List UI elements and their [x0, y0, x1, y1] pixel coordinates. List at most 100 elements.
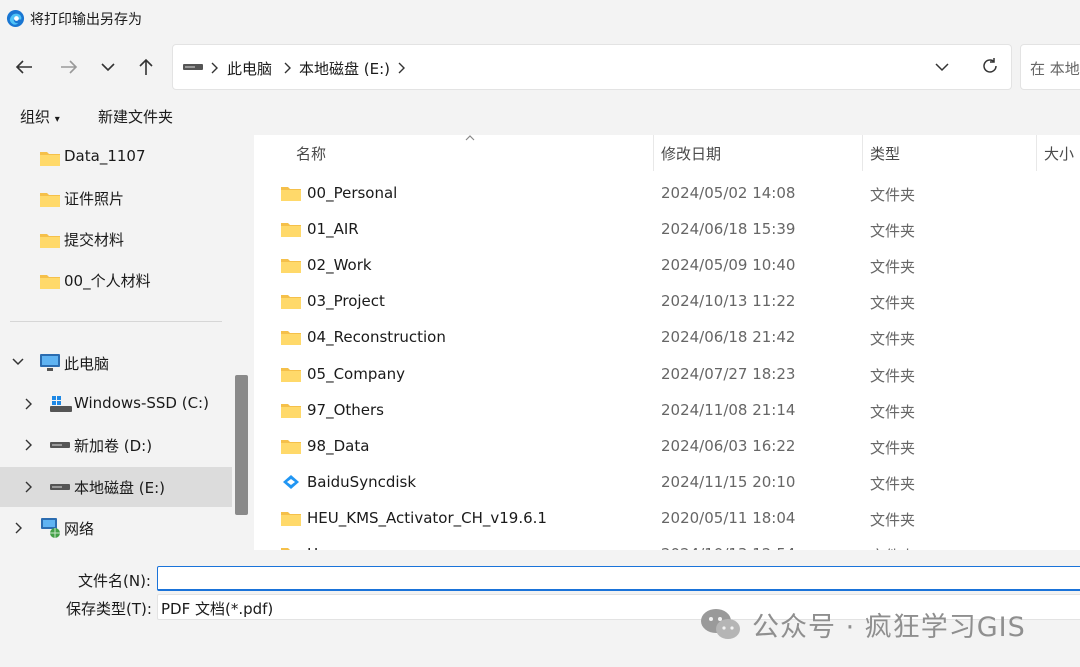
sidebar-item-personal-materials[interactable]: 00_个人材料	[0, 261, 232, 299]
sidebar-item-submitted-materials[interactable]: 提交材料	[0, 220, 232, 258]
breadcrumb-separator-icon	[283, 62, 291, 74]
folder-icon	[281, 329, 301, 346]
arrow-up-icon	[139, 58, 153, 75]
network-icon	[41, 518, 60, 538]
wechat-icon	[701, 609, 740, 639]
column-divider[interactable]	[862, 135, 863, 171]
up-button[interactable]	[131, 52, 161, 82]
watermark: 公众号 · 疯狂学习GIS	[700, 604, 1026, 644]
chevron-down-icon	[935, 63, 949, 72]
column-header-date[interactable]: 修改日期	[661, 143, 721, 164]
file-row[interactable]: HEU_KMS_Activator_CH_v19.6.1 2020/05/11 1…	[254, 500, 1080, 536]
sidebar-item-drive-c[interactable]: Windows-SSD (C:)	[0, 385, 232, 423]
address-history-dropdown[interactable]	[935, 62, 949, 72]
organize-menu-button[interactable]: 组织 ▾	[20, 106, 60, 127]
new-folder-button[interactable]: 新建文件夹	[98, 106, 173, 127]
sidebar-item-label: 证件照片	[64, 190, 125, 208]
sidebar-item-label: 00_个人材料	[64, 272, 151, 290]
file-name: 04_Reconstruction	[307, 328, 446, 347]
forward-button[interactable]	[54, 52, 84, 82]
search-input[interactable]: 在 本地	[1020, 44, 1080, 90]
file-row[interactable]: 03_Project 2024/10/13 11:22 文件夹	[254, 283, 1080, 319]
breadcrumb-separator-icon	[210, 62, 218, 74]
navigation-pane: Data_1107 证件照片 提交材料 00_个人材料 此电脑 Windows-…	[0, 135, 232, 550]
sidebar-item-label: 网络	[64, 520, 95, 538]
recent-locations-button[interactable]	[93, 52, 123, 82]
file-modified-date: 2020/05/11 18:04	[661, 508, 796, 527]
file-row[interactable]: H...2024/10/13 12:54文件夹	[254, 536, 1080, 550]
folder-icon	[281, 293, 301, 310]
file-row[interactable]: 05_Company 2024/07/27 18:23 文件夹	[254, 356, 1080, 392]
file-name: BaiduSyncdisk	[307, 472, 417, 491]
file-name: 00_Personal	[307, 184, 398, 202]
sidebar-item-label: 新加卷 (D:)	[74, 437, 153, 455]
windows-drive-icon	[50, 396, 72, 412]
file-row[interactable]: 01_AIR 2024/06/18 15:39 文件夹	[254, 211, 1080, 247]
back-button[interactable]	[9, 52, 39, 82]
sort-ascending-icon	[465, 135, 475, 141]
chevron-right-icon	[25, 481, 32, 493]
file-row[interactable]: 98_Data 2024/06/03 16:22 文件夹	[254, 428, 1080, 464]
sidebar-item-this-pc[interactable]: 此电脑	[0, 344, 232, 382]
file-type: 文件夹	[870, 366, 916, 385]
address-bar[interactable]: 此电脑 本地磁盘 (E:)	[172, 44, 1012, 90]
file-name: 98_Data	[307, 436, 370, 455]
file-row[interactable]: 04_Reconstruction 2024/06/18 21:42 文件夹	[254, 319, 1080, 355]
folder-icon	[40, 152, 60, 166]
file-type: 文件夹	[870, 330, 916, 349]
sidebar-item-label: 本地磁盘 (E:)	[74, 479, 166, 497]
file-modified-date: 2024/11/08 21:14	[661, 400, 796, 419]
baidu-sync-icon	[281, 474, 301, 490]
filename-input[interactable]	[157, 566, 1080, 591]
chevron-down-icon	[101, 63, 115, 72]
file-name: 05_Company	[307, 364, 405, 383]
file-row[interactable]: BaiduSyncdisk 2024/11/15 20:10 文件夹	[254, 464, 1080, 500]
refresh-icon	[983, 58, 997, 73]
dropdown-caret-icon: ▾	[54, 114, 60, 125]
column-divider[interactable]	[1036, 135, 1037, 171]
file-modified-date: 2024/06/18 15:39	[661, 220, 796, 239]
folder-icon	[281, 185, 301, 201]
watermark-text: 公众号 · 疯狂学习GIS	[752, 611, 1026, 643]
sidebar-item-drive-e[interactable]: 本地磁盘 (E:)	[0, 467, 232, 507]
filetype-label: 保存类型(T):	[66, 600, 152, 618]
scrollbar-thumb[interactable]	[235, 375, 248, 515]
file-row[interactable]: 97_Others 2024/11/08 21:14 文件夹	[254, 392, 1080, 428]
chevron-right-icon	[25, 398, 32, 410]
file-modified-date: 2024/05/02 14:08	[661, 184, 796, 202]
drive-icon	[183, 63, 203, 71]
breadcrumb-local-disk-e[interactable]: 本地磁盘 (E:)	[299, 58, 390, 79]
edge-app-icon	[6, 9, 25, 28]
folder-icon	[281, 510, 301, 526]
folder-icon	[40, 234, 60, 248]
file-name: HEU_KMS_Activator_CH_v19.6.1	[307, 508, 547, 527]
folder-icon	[281, 221, 301, 238]
file-modified-date: 2024/11/15 20:10	[661, 472, 796, 491]
arrow-left-icon	[15, 60, 32, 74]
file-name: 03_Project	[307, 292, 385, 311]
sidebar-item-id-photos[interactable]: 证件照片	[0, 179, 232, 217]
sidebar-item-network[interactable]: 网络	[0, 509, 232, 547]
file-modified-date: 2024/06/03 16:22	[661, 436, 796, 455]
file-name: 01_AIR	[307, 220, 359, 239]
file-modified-date: 2024/05/09 10:40	[661, 256, 796, 275]
folder-icon	[281, 402, 301, 418]
breadcrumb-this-pc[interactable]: 此电脑	[227, 58, 272, 79]
sidebar-item-drive-d[interactable]: 新加卷 (D:)	[0, 426, 232, 464]
file-name: 97_Others	[307, 400, 384, 419]
column-header-type[interactable]: 类型	[870, 143, 900, 164]
file-modified-date: 2024/07/27 18:23	[661, 364, 796, 383]
organize-label: 组织	[20, 108, 51, 126]
breadcrumb-separator-icon	[397, 62, 405, 74]
chevron-down-icon	[12, 358, 24, 366]
file-modified-date: 2024/06/18 21:42	[661, 328, 796, 347]
column-divider[interactable]	[653, 135, 654, 171]
sidebar-item-data-1107[interactable]: Data_1107	[0, 138, 232, 176]
column-header-size[interactable]: 大小	[1044, 143, 1074, 164]
file-row[interactable]: 02_Work 2024/05/09 10:40 文件夹	[254, 247, 1080, 283]
file-row[interactable]: 00_Personal 2024/05/02 14:08 文件夹	[254, 175, 1080, 211]
refresh-button[interactable]	[981, 57, 999, 75]
window-title: 将打印输出另存为	[30, 12, 142, 28]
folder-icon	[281, 366, 301, 382]
column-header-name[interactable]: 名称	[296, 143, 326, 164]
